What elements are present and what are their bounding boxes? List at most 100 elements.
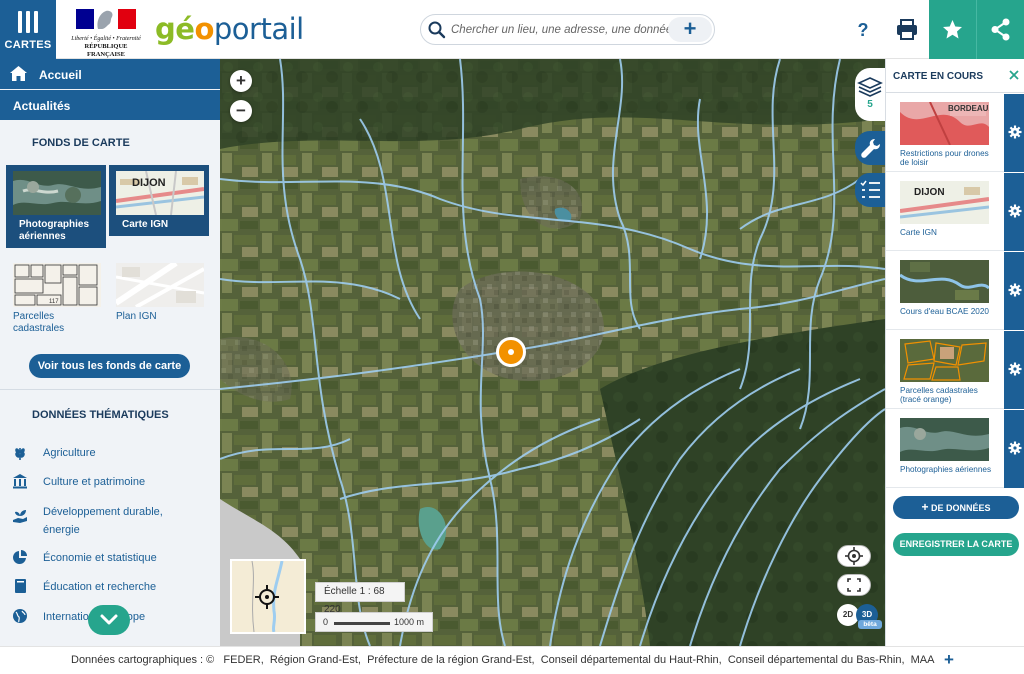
beta-badge: bêta: [858, 620, 882, 629]
fond-plan-ign[interactable]: Plan IGN: [103, 257, 204, 327]
theme-culture-label: Culture et patrimoine: [43, 476, 146, 488]
sidebar-divider: [0, 389, 220, 390]
fond-carte-ign-label: Carte IGN: [122, 219, 169, 230]
save-map-button[interactable]: ENREGISTRER LA CARTE: [893, 533, 1019, 556]
layer-settings-button[interactable]: [1004, 410, 1024, 488]
museum-icon: [13, 474, 27, 489]
aerial-photo-thumbnail: [13, 171, 101, 215]
star-icon: [943, 20, 962, 39]
pie-chart-icon: [13, 550, 27, 564]
tools-tab[interactable]: [855, 131, 885, 165]
layer-thumb-text: BORDEAUX: [948, 104, 989, 113]
print-button[interactable]: [890, 14, 924, 46]
carte-ign-thumbnail: DIJON: [116, 171, 204, 215]
theme-developpement-durable[interactable]: Développement durable, énergie: [12, 502, 212, 538]
search-bar: +: [420, 14, 715, 45]
geolocate-button[interactable]: [837, 545, 871, 567]
layer-name: Parcelles cadastrales (tracé orange): [900, 386, 978, 404]
scroll-down-button[interactable]: [88, 605, 130, 635]
svg-text:117: 117: [49, 299, 59, 305]
fonds-de-carte-title: FONDS DE CARTE: [32, 137, 130, 149]
fond-parcelles-label: Parcelles cadastrales: [13, 311, 65, 334]
search-input[interactable]: [451, 21, 673, 39]
scale-distance: 1000 m: [394, 617, 425, 627]
location-marker[interactable]: [496, 337, 526, 367]
globe-icon: [13, 609, 27, 623]
layer-item[interactable]: Parcelles cadastrales (tracé orange): [886, 331, 1024, 409]
gear-icon: [1008, 204, 1022, 218]
marianne-flag-icon: [74, 7, 138, 35]
layer-item[interactable]: DIJON Carte IGN: [886, 173, 1024, 251]
layer-thumbnail: [900, 260, 989, 303]
printer-icon: [897, 19, 917, 40]
map-view[interactable]: + − Échelle 1 : 68 220 0 1000 m 2D 3D bê…: [220, 59, 885, 646]
wrench-icon: [861, 139, 880, 158]
nav-actualites[interactable]: Actualités: [0, 90, 220, 120]
add-data-plus: +: [921, 500, 929, 514]
geoportail-logo[interactable]: géoportail: [155, 12, 304, 46]
layer-item[interactable]: Photographies aériennes: [886, 410, 1024, 488]
overview-map[interactable]: [230, 559, 306, 634]
attribution-expand-button[interactable]: +: [944, 650, 962, 670]
republique-francaise-logo[interactable]: Liberté • Égalité • Fraternité RÉPUBLIQU…: [70, 7, 142, 58]
fond-plan-ign-label: Plan IGN: [116, 311, 157, 322]
layer-item[interactable]: Cours d'eau BCAE 2020: [886, 252, 1024, 330]
theme-agriculture[interactable]: Agriculture: [12, 444, 212, 462]
search-icon[interactable]: [427, 20, 447, 40]
layer-thumbnail: [900, 418, 989, 461]
help-button[interactable]: ?: [848, 16, 878, 44]
voir-tous-fonds-button[interactable]: Voir tous les fonds de carte: [29, 354, 190, 378]
carte-ign-thumb-text: DIJON: [132, 177, 166, 189]
fullscreen-button[interactable]: [837, 574, 871, 596]
theme-education-recherche[interactable]: Éducation et recherche: [12, 578, 212, 596]
add-data-button[interactable]: + DE DONNÉES: [893, 496, 1019, 519]
theme-culture-patrimoine[interactable]: Culture et patrimoine: [12, 473, 212, 491]
donnees-thematiques-title: DONNÉES THÉMATIQUES: [32, 409, 169, 421]
layer-settings-button[interactable]: [1004, 94, 1024, 172]
zoom-in-button[interactable]: +: [230, 70, 252, 92]
plan-ign-thumbnail: [116, 263, 204, 307]
zoom-out-button[interactable]: −: [230, 100, 252, 122]
fond-photos-label: Photographies aériennes: [19, 219, 90, 242]
legend-tab[interactable]: [855, 173, 885, 207]
layer-settings-button[interactable]: [1004, 331, 1024, 409]
layer-item[interactable]: BORDEAUX Restrictions pour drones de loi…: [886, 94, 1024, 172]
close-icon[interactable]: [1007, 68, 1021, 82]
layer-settings-button[interactable]: [1004, 252, 1024, 330]
list-icon: [860, 180, 880, 198]
fond-carte-ign[interactable]: DIJON Carte IGN: [109, 165, 209, 236]
panel-title: CARTE EN COURS: [893, 71, 984, 82]
plant-hand-icon: [13, 510, 27, 523]
layer-thumbnail: [900, 339, 989, 382]
panel-header: CARTE EN COURS: [886, 59, 1024, 93]
layer-name: Photographies aériennes: [900, 465, 992, 474]
expand-icon: [847, 578, 861, 592]
top-header: CARTES Liberté • Égalité • Fraternité RÉ…: [0, 0, 1024, 59]
favorites-button[interactable]: [929, 0, 976, 59]
layer-thumbnail: BORDEAUX: [900, 102, 989, 145]
theme-developpement-label: Développement durable, énergie: [43, 506, 163, 536]
theme-economie-label: Économie et statistique: [43, 552, 157, 564]
current-map-panel: CARTE EN COURS BORDEAUX Restrictions pou…: [885, 59, 1024, 646]
gear-icon: [1008, 125, 1022, 139]
nav-accueil[interactable]: Accueil: [0, 59, 220, 89]
scale-bar: 0 1000 m: [315, 612, 433, 632]
cartes-label: CARTES: [4, 39, 52, 51]
advanced-search-button[interactable]: +: [668, 17, 712, 42]
fond-photographies-aeriennes[interactable]: Photographies aériennes: [6, 165, 106, 248]
cartes-menu-button[interactable]: CARTES: [0, 0, 56, 59]
share-button[interactable]: [976, 0, 1024, 59]
scale-zero: 0: [323, 617, 329, 627]
theme-economie-statistique[interactable]: Économie et statistique: [12, 549, 212, 567]
scale-ratio: Échelle 1 : 68 220: [315, 582, 405, 615]
fond-parcelles-cadastrales[interactable]: 117 Parcelles cadastrales: [0, 257, 101, 339]
theme-agriculture-label: Agriculture: [43, 447, 96, 459]
nav-actualites-label: Actualités: [13, 99, 71, 113]
crosshair-icon: [845, 547, 863, 565]
geoportail-app: CARTES Liberté • Égalité • Fraternité RÉ…: [0, 0, 1024, 674]
gear-icon: [1008, 362, 1022, 376]
layer-thumb-text: DIJON: [914, 187, 945, 198]
gear-icon: [1008, 441, 1022, 455]
layer-settings-button[interactable]: [1004, 173, 1024, 251]
layers-tab[interactable]: 5: [855, 68, 885, 121]
